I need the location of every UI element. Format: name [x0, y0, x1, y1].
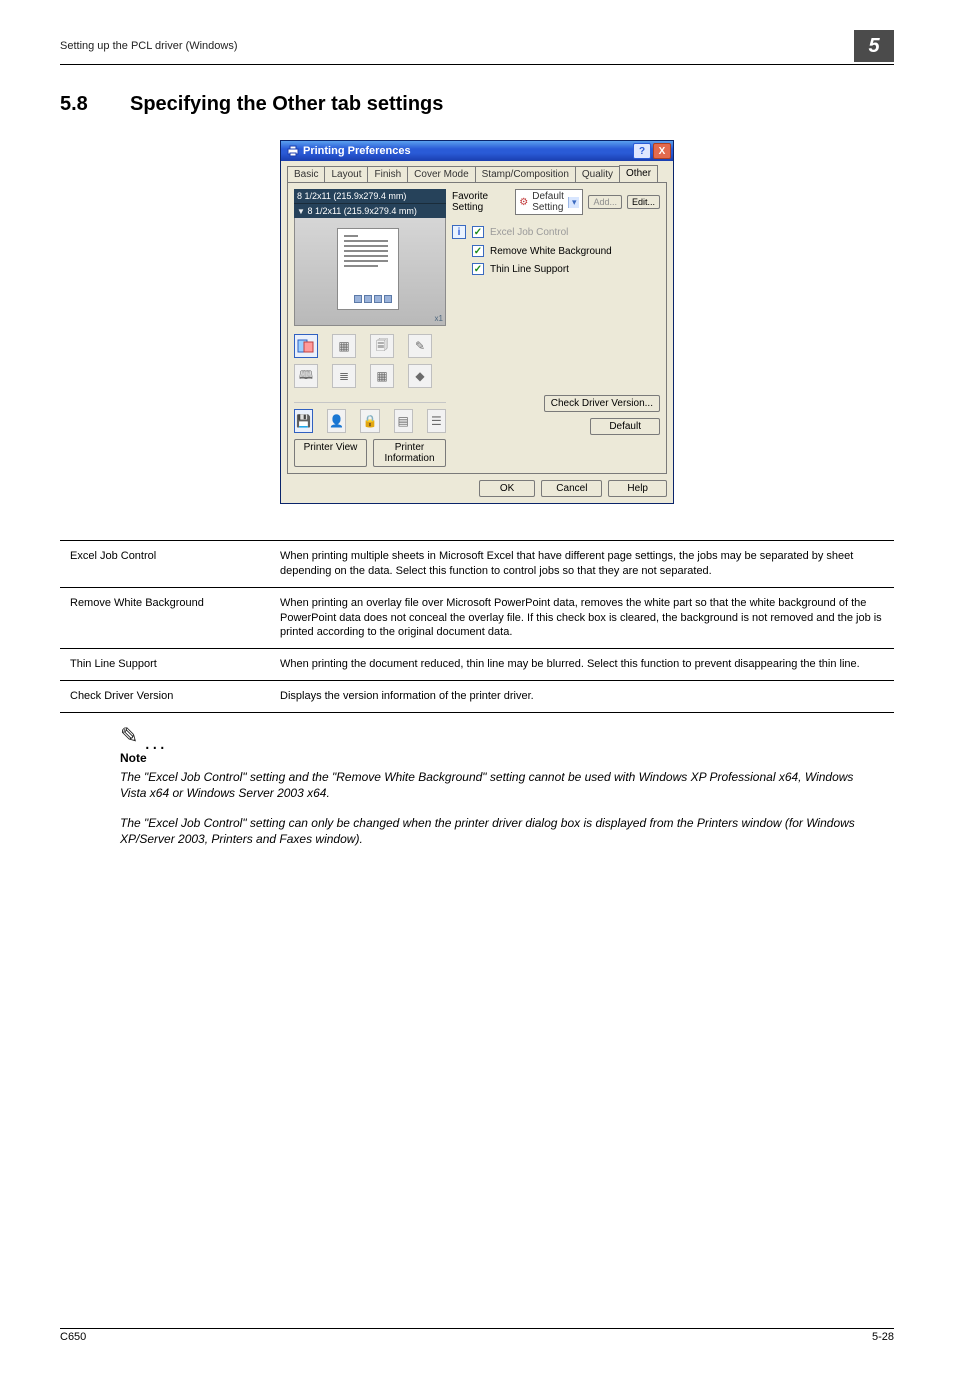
stack-option-icon[interactable]: ≣ — [332, 364, 356, 388]
grid-option-icon[interactable]: ▦ — [370, 364, 394, 388]
tab-basic[interactable]: Basic — [287, 166, 325, 183]
setting-name-cell: Remove White Background — [60, 587, 270, 649]
page-option-icon[interactable]: ▤ — [394, 409, 413, 433]
check-driver-version-button[interactable]: Check Driver Version... — [544, 395, 660, 412]
document-preview: x1 — [294, 218, 446, 326]
nup-icon — [354, 295, 392, 303]
user-option-icon[interactable]: 👤 — [327, 409, 346, 433]
setting-desc-cell: When printing an overlay file over Micro… — [270, 587, 894, 649]
setting-name-cell: Excel Job Control — [60, 541, 270, 588]
section-number: 5.8 — [60, 93, 130, 116]
footer-left: C650 — [60, 1331, 86, 1343]
settings-description-table: Excel Job Control When printing multiple… — [60, 540, 894, 713]
table-row: Thin Line Support When printing the docu… — [60, 649, 894, 681]
favorite-setting-label: Favorite Setting — [452, 191, 510, 213]
tab-quality[interactable]: Quality — [575, 166, 620, 183]
tab-finish[interactable]: Finish — [367, 166, 408, 183]
note-heading: Note — [120, 751, 894, 765]
ok-button[interactable]: OK — [479, 480, 535, 497]
printer-icon — [287, 145, 299, 157]
nup-option-icon[interactable]: ▦ — [332, 334, 356, 358]
paper-color-icon[interactable] — [294, 334, 318, 358]
note-paragraph-1: The "Excel Job Control" setting and the … — [120, 769, 880, 801]
title-help-button[interactable]: ? — [633, 143, 651, 159]
table-row: Remove White Background When printing an… — [60, 587, 894, 649]
default-button[interactable]: Default — [590, 418, 660, 435]
tab-strip: Basic Layout Finish Cover Mode Stamp/Com… — [287, 165, 667, 182]
table-row: Excel Job Control When printing multiple… — [60, 541, 894, 588]
thin-line-support-label: Thin Line Support — [490, 264, 569, 275]
excel-job-control-label: Excel Job Control — [490, 227, 568, 238]
printer-information-button[interactable]: Printer Information — [373, 439, 446, 467]
list-option-icon[interactable]: ☰ — [427, 409, 446, 433]
title-bar: Printing Preferences ? X — [281, 141, 673, 161]
tab-cover-mode[interactable]: Cover Mode — [407, 166, 475, 183]
header-rule — [60, 64, 894, 65]
remove-white-background-label: Remove White Background — [490, 246, 612, 257]
printing-preferences-dialog: Printing Preferences ? X Basic Layout Fi… — [280, 140, 674, 504]
section-title: Specifying the Other tab settings — [130, 93, 443, 116]
gear-icon: ⚙ — [519, 197, 528, 208]
lock-option-icon[interactable]: 🔒 — [360, 409, 379, 433]
table-row: Check Driver Version Displays the versio… — [60, 681, 894, 713]
remove-white-background-checkbox[interactable]: ✓ — [472, 245, 484, 257]
paper-size-top-label: 8 1/2x11 (215.9x279.4 mm) — [294, 189, 446, 203]
setting-desc-cell: When printing multiple sheets in Microso… — [270, 541, 894, 588]
copy-option-icon[interactable]: 🗐 — [370, 334, 394, 358]
footer-right: 5-28 — [872, 1331, 894, 1343]
paper-size-bottom-label: ▼ 8 1/2x11 (215.9x279.4 mm) — [294, 203, 446, 218]
save-option-icon[interactable]: 💾 — [294, 409, 313, 433]
setting-name-cell: Thin Line Support — [60, 649, 270, 681]
printer-view-button[interactable]: Printer View — [294, 439, 367, 467]
favorite-edit-button[interactable]: Edit... — [627, 195, 660, 209]
favorite-setting-select[interactable]: ⚙ Default Setting ▾ — [515, 189, 583, 215]
color-option-icon[interactable]: ◆ — [408, 364, 432, 388]
note-dots-icon: ... — [144, 740, 167, 746]
chevron-down-icon: ▾ — [568, 197, 580, 208]
stamp-option-icon[interactable]: ✎ — [408, 334, 432, 358]
title-close-button[interactable]: X — [653, 143, 671, 159]
help-button[interactable]: Help — [608, 480, 667, 497]
cancel-button[interactable]: Cancel — [541, 480, 602, 497]
note-hand-icon: ✎ — [120, 723, 138, 749]
setting-name-cell: Check Driver Version — [60, 681, 270, 713]
tab-stamp-composition[interactable]: Stamp/Composition — [475, 166, 576, 183]
setting-desc-cell: When printing the document reduced, thin… — [270, 649, 894, 681]
setting-desc-cell: Displays the version information of the … — [270, 681, 894, 713]
zoom-label: x1 — [435, 314, 443, 323]
excel-job-control-checkbox[interactable]: ✓ — [472, 226, 484, 238]
info-icon[interactable]: i — [452, 225, 466, 239]
chevron-down-icon: ▼ — [297, 207, 305, 216]
tab-layout[interactable]: Layout — [324, 166, 368, 183]
dialog-title: Printing Preferences — [303, 145, 411, 157]
note-paragraph-2: The "Excel Job Control" setting can only… — [120, 815, 880, 847]
thin-line-support-checkbox[interactable]: ✓ — [472, 263, 484, 275]
tab-other[interactable]: Other — [619, 165, 658, 182]
favorite-setting-value: Default Setting — [532, 191, 564, 213]
favorite-add-button[interactable]: Add... — [588, 195, 622, 209]
running-head: Setting up the PCL driver (Windows) — [60, 40, 854, 52]
book-option-icon[interactable]: 🕮 — [294, 364, 318, 388]
chapter-badge: 5 — [854, 30, 894, 62]
